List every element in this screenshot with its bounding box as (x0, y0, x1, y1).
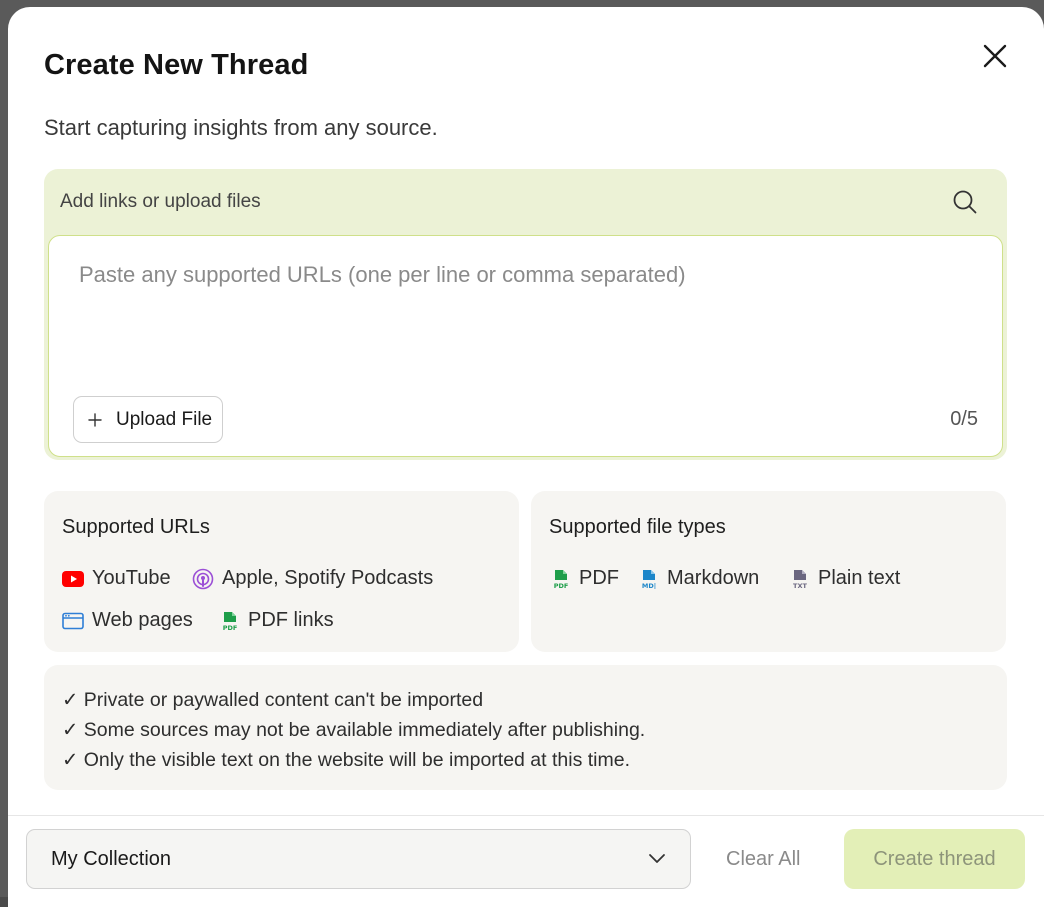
supported-url-podcasts: Apple, Spotify Podcasts (192, 567, 433, 590)
txt-file-icon: TXT (793, 569, 808, 589)
clear-all-button[interactable]: Clear All (726, 848, 800, 871)
supported-type-pdf: PDF PDF (551, 567, 619, 590)
url-text-box: Upload File 0/5 (48, 235, 1003, 457)
supported-url-label: Apple, Spotify Podcasts (222, 567, 434, 589)
svg-text:PDF: PDF (223, 624, 238, 631)
input-label: Add links or upload files (60, 191, 261, 212)
create-thread-modal: Create New Thread Start capturing insigh… (8, 7, 1044, 907)
supported-url-label: YouTube (92, 567, 171, 589)
pdf-file-icon: PDF (223, 611, 238, 631)
supported-url-label: PDF links (248, 609, 334, 631)
supported-type-plain-text: TXT Plain text (790, 567, 900, 590)
modal-subtitle: Start capturing insights from any source… (44, 115, 438, 140)
supported-url-web-pages: Web pages (62, 609, 193, 632)
note-item: ✓ Only the visible text on the website w… (62, 749, 631, 771)
supported-type-label: Plain text (818, 567, 901, 589)
import-notes: ✓ Private or paywalled content can't be … (44, 665, 1007, 790)
upload-file-label: Upload File (116, 408, 213, 430)
search-button[interactable] (950, 187, 980, 217)
svg-text:PDF: PDF (554, 582, 569, 589)
pdf-file-icon: PDF (554, 569, 569, 589)
supported-type-label: Markdown (667, 567, 760, 589)
close-icon (983, 44, 1007, 68)
svg-text:TXT: TXT (793, 582, 807, 589)
chevron-down-icon (649, 854, 665, 863)
url-counter: 0/5 (950, 408, 978, 430)
browser-window-icon (62, 612, 84, 629)
supported-urls-card: Supported URLs YouTube Apple, Spotify Po… (44, 491, 519, 652)
modal-title: Create New Thread (44, 49, 309, 81)
modal-footer: My Collection Clear All Create thread (8, 815, 1044, 907)
create-thread-button[interactable]: Create thread (844, 829, 1025, 889)
note-item: ✓ Some sources may not be available imme… (62, 719, 646, 741)
supported-url-label: Web pages (92, 609, 193, 631)
supported-url-youtube: YouTube (62, 567, 171, 590)
svg-text:MD|: MD| (642, 582, 656, 589)
supported-file-types-card: Supported file types PDF PDF MD| Markdow… (531, 491, 1006, 652)
markdown-file-icon: MD| (642, 569, 656, 589)
collection-selected-value: My Collection (51, 847, 172, 870)
close-button[interactable] (978, 39, 1012, 73)
youtube-icon (62, 570, 84, 587)
url-textarea[interactable] (49, 236, 1002, 366)
supported-type-markdown: MD| Markdown (639, 567, 759, 590)
supported-url-pdf-links: PDF PDF links (220, 609, 334, 632)
source-input-panel: Add links or upload files Upload File 0/… (44, 169, 1007, 460)
plus-icon (88, 412, 102, 427)
supported-file-types-title: Supported file types (549, 516, 726, 538)
note-item: ✓ Private or paywalled content can't be … (62, 689, 484, 711)
upload-file-button[interactable]: Upload File (73, 396, 223, 443)
supported-type-label: PDF (579, 567, 619, 589)
search-icon (953, 190, 977, 214)
collection-select[interactable]: My Collection (26, 829, 691, 889)
supported-urls-title: Supported URLs (62, 516, 210, 538)
podcast-icon (192, 568, 214, 589)
